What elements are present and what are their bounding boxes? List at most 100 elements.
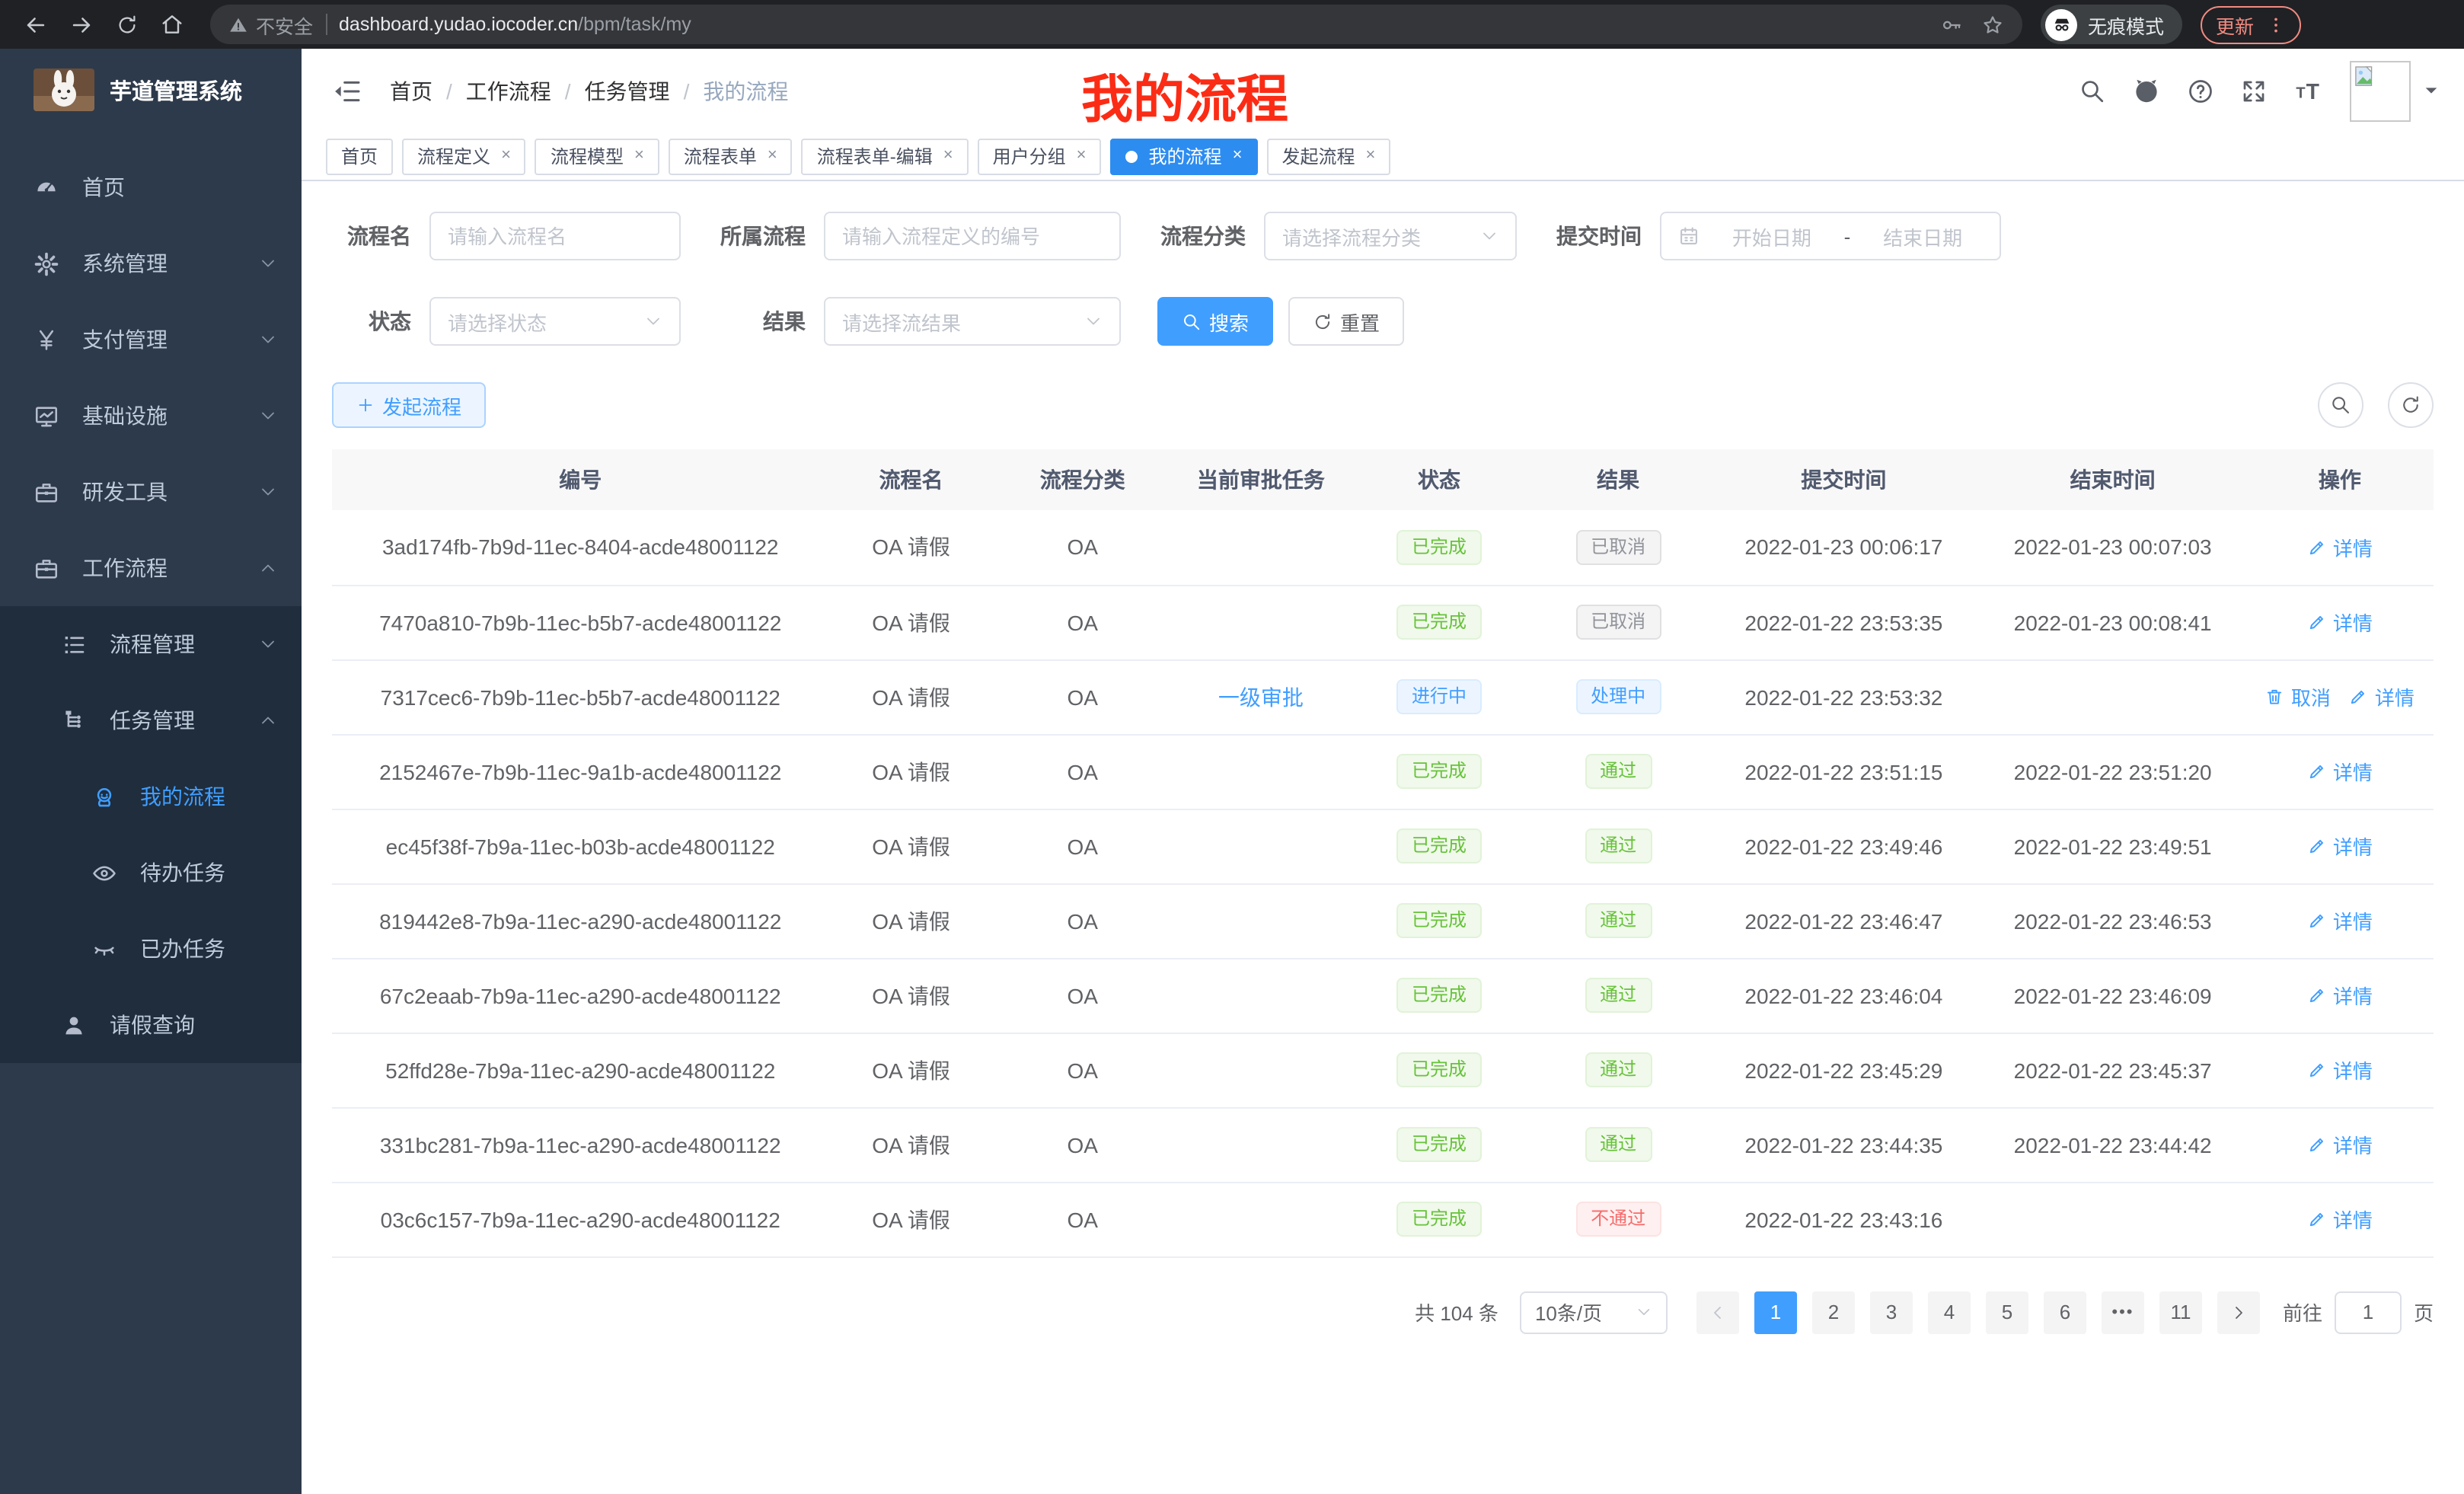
forward-icon[interactable] <box>61 5 101 44</box>
breadcrumb-item[interactable]: 工作流程 <box>466 75 551 106</box>
process-name-cell: OA 请假 <box>828 510 993 585</box>
sidebar-item-done-tasks[interactable]: 已办任务 <box>0 911 302 987</box>
close-tab-icon[interactable]: × <box>768 148 777 164</box>
sidebar-item-process-management[interactable]: 流程管理 <box>0 606 302 682</box>
sidebar-item-leave-query[interactable]: 请假查询 <box>0 987 302 1063</box>
page-button-1[interactable]: 1 <box>1754 1291 1797 1333</box>
sidebar-item-infrastructure[interactable]: 基础设施 <box>0 378 302 454</box>
page-button-3[interactable]: 3 <box>1870 1291 1913 1333</box>
key-icon[interactable] <box>1940 13 1963 36</box>
tab-process-form[interactable]: 流程表单× <box>669 138 793 174</box>
close-tab-icon[interactable]: × <box>1233 148 1243 164</box>
jump-page-input[interactable] <box>2335 1291 2402 1333</box>
cancel-link[interactable]: 取消 <box>2265 682 2331 711</box>
user-menu[interactable] <box>2350 60 2440 121</box>
sidebar-item-my-process[interactable]: 我的流程 <box>0 758 302 835</box>
sidebar-item-task-management[interactable]: 任务管理 <box>0 682 302 758</box>
collapse-sidebar-icon[interactable] <box>326 75 369 106</box>
reset-button-label: 重置 <box>1340 307 1380 336</box>
current-task-cell <box>1172 1033 1350 1107</box>
github-icon[interactable] <box>2132 76 2161 105</box>
search-button[interactable]: 搜索 <box>1157 297 1273 346</box>
tab-start-process[interactable]: 发起流程× <box>1266 138 1390 174</box>
result-cell: 已取消 <box>1528 510 1708 585</box>
close-tab-icon[interactable]: × <box>501 148 511 164</box>
close-tab-icon[interactable]: × <box>1077 148 1087 164</box>
actions-cell: 详情 <box>2246 809 2434 883</box>
detail-link[interactable]: 详情 <box>2307 608 2373 637</box>
sidebar-item-todo-tasks[interactable]: 待办任务 <box>0 835 302 911</box>
tab-home[interactable]: 首页 <box>326 138 393 174</box>
tab-process-definition[interactable]: 流程定义× <box>402 138 526 174</box>
page-button-11[interactable]: 11 <box>2159 1291 2202 1333</box>
sidebar-item-dev-tools[interactable]: 研发工具 <box>0 454 302 530</box>
detail-link[interactable]: 详情 <box>2307 1205 2373 1234</box>
process-name-input[interactable] <box>429 212 681 260</box>
detail-link[interactable]: 详情 <box>2349 682 2415 711</box>
sidebar-item-payment-management[interactable]: 支付管理 <box>0 302 302 378</box>
detail-link[interactable]: 详情 <box>2307 832 2373 860</box>
search-icon[interactable] <box>2079 77 2106 104</box>
result-cell: 已取消 <box>1528 585 1708 659</box>
tab-process-model[interactable]: 流程模型× <box>535 138 659 174</box>
detail-link[interactable]: 详情 <box>2307 1055 2373 1084</box>
prev-page-button[interactable] <box>1696 1291 1739 1333</box>
page-button-5[interactable]: 5 <box>1986 1291 2028 1333</box>
page-size-select[interactable]: 10条/页 <box>1520 1291 1668 1333</box>
current-task-cell <box>1172 1182 1350 1256</box>
help-icon[interactable] <box>2187 77 2214 104</box>
close-tab-icon[interactable]: × <box>943 148 953 164</box>
status-label: 状态 <box>332 306 411 337</box>
detail-link[interactable]: 详情 <box>2307 1130 2373 1159</box>
detail-link[interactable]: 详情 <box>2307 906 2373 935</box>
end-time-cell: 2022-01-22 23:49:51 <box>1980 809 2246 883</box>
sidebar-item-home[interactable]: 首页 <box>0 149 302 225</box>
detail-link-label: 详情 <box>2333 981 2373 1010</box>
browser-update-button[interactable]: 更新 <box>2201 5 2301 43</box>
main-area: 我的流程 首页/工作流程/任务管理/我的流程 TT 首页流程定义×流程模型×流程… <box>302 49 2464 1494</box>
result-select[interactable]: 请选择流结果 <box>824 297 1121 346</box>
detail-link[interactable]: 详情 <box>2307 757 2373 786</box>
close-tab-icon[interactable]: × <box>634 148 644 164</box>
close-tab-icon[interactable]: × <box>1365 148 1375 164</box>
back-icon[interactable] <box>15 5 55 44</box>
reload-icon[interactable] <box>107 5 146 44</box>
tab-my-process[interactable]: 我的流程× <box>1111 138 1258 174</box>
page-button-4[interactable]: 4 <box>1928 1291 1971 1333</box>
font-size-icon[interactable]: TT <box>2293 75 2324 106</box>
detail-link[interactable]: 详情 <box>2307 533 2373 562</box>
next-page-button[interactable] <box>2217 1291 2260 1333</box>
show-search-button[interactable] <box>2318 382 2363 428</box>
home-icon[interactable] <box>152 5 192 44</box>
menu-dots-icon[interactable] <box>2266 14 2286 34</box>
avatar[interactable] <box>2350 60 2411 121</box>
table-row: 3ad174fb-7b9d-11ec-8404-acde48001122OA 请… <box>332 510 2434 585</box>
task-link[interactable]: 一级审批 <box>1218 685 1304 709</box>
process-definition-input[interactable] <box>824 212 1121 260</box>
star-icon[interactable] <box>1981 13 2004 36</box>
reset-button[interactable]: 重置 <box>1288 297 1404 346</box>
breadcrumb-item[interactable]: 任务管理 <box>585 75 670 106</box>
tab-user-group[interactable]: 用户分组× <box>978 138 1102 174</box>
page-button-2[interactable]: 2 <box>1812 1291 1855 1333</box>
address-bar[interactable]: 不安全 dashboard.yudao.iocoder.cn/bpm/task/… <box>210 5 2022 44</box>
sidebar-item-system-management[interactable]: 系统管理 <box>0 225 302 302</box>
sidebar-item-workflow[interactable]: 工作流程 <box>0 530 302 606</box>
tab-process-form-edit[interactable]: 流程表单-编辑× <box>802 138 969 174</box>
page-button-6[interactable]: 6 <box>2044 1291 2086 1333</box>
screen: 不安全 dashboard.yudao.iocoder.cn/bpm/task/… <box>0 0 2464 1494</box>
process-category-select[interactable]: 请选择流程分类 <box>1264 212 1517 260</box>
page-ellipsis[interactable]: ••• <box>2102 1291 2144 1333</box>
detail-link-label: 详情 <box>2333 1055 2373 1084</box>
status-badge: 已完成 <box>1396 529 1482 564</box>
plus-icon <box>356 396 375 414</box>
detail-link[interactable]: 详情 <box>2307 981 2373 1010</box>
submit-time-range-picker[interactable]: 开始日期 - 结束日期 <box>1660 212 2001 260</box>
app-logo-row[interactable]: 芋道管理系统 <box>0 49 302 131</box>
security-indicator[interactable]: 不安全 <box>228 10 313 39</box>
refresh-table-button[interactable] <box>2388 382 2434 428</box>
status-select[interactable]: 请选择状态 <box>429 297 681 346</box>
breadcrumb-item[interactable]: 首页 <box>390 75 432 106</box>
fullscreen-icon[interactable] <box>2240 77 2268 104</box>
start-process-button[interactable]: 发起流程 <box>332 382 486 428</box>
